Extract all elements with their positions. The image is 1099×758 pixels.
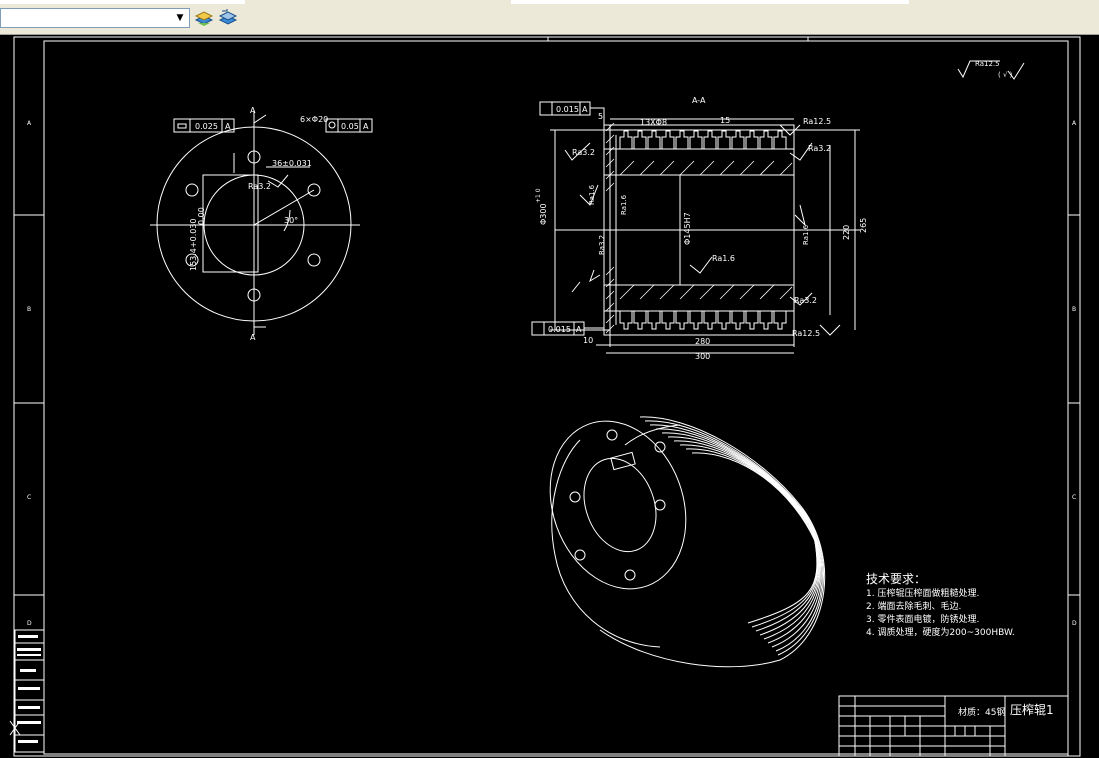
layer-previous-icon <box>218 9 238 25</box>
flatness-value: 0.025 <box>195 122 218 131</box>
drawing-canvas[interactable]: A B C D A B C D Ra12.5 ( √ ) A A 0.025 A… <box>0 35 1099 758</box>
bore-dim-lower: 0.00 <box>197 207 206 225</box>
tech-item: 3. 零件表面电镀，防锈处理. <box>866 613 979 625</box>
border-letter: B <box>1072 306 1076 313</box>
toolbar-edge <box>0 0 245 4</box>
section-mark-top: A <box>250 106 256 115</box>
part-name: 压榨辊1 <box>1010 702 1054 717</box>
flatness-datum: A <box>225 122 231 131</box>
tech-title: 技术要求： <box>866 572 926 586</box>
keyway-dim: 36±0.031 <box>272 159 312 168</box>
border-letter: B <box>27 306 31 313</box>
flatness-icon <box>177 123 187 129</box>
dim-10: 10 <box>583 336 593 345</box>
holes-position-datum: A <box>363 122 369 131</box>
ra-right-top: Ra12.5 <box>803 117 831 126</box>
ra-right-2: Ra3.2 <box>808 144 831 153</box>
layer-states-icon <box>194 11 214 26</box>
border-letter: C <box>1072 494 1076 501</box>
general-roughness-value: Ra12.5 <box>975 60 1000 68</box>
drawing-frame <box>13 36 1081 757</box>
ra-inner: Ra1.6 <box>620 194 628 215</box>
dim-5: 5 <box>598 112 603 121</box>
chevron-down-icon[interactable]: ▼ <box>173 11 187 25</box>
ra-bottom-right: Ra3.2 <box>794 296 817 305</box>
position-icon <box>328 121 336 129</box>
angle-label: 30° <box>284 216 298 225</box>
dim-grooves: 13XΦ8 <box>640 118 667 127</box>
section-view <box>531 101 860 354</box>
side-table-text <box>17 635 41 743</box>
section-mark-bottom: A <box>250 333 256 342</box>
runout-top-value: 0.015 <box>556 105 579 114</box>
runout-bottom-datum: A <box>576 325 582 334</box>
border-letter: A <box>1072 120 1077 127</box>
dim-265: 265 <box>859 218 868 233</box>
runout-top-datum: A <box>582 105 588 114</box>
dia-outer-tol: +1 0 <box>535 188 542 203</box>
dim-280: 280 <box>695 337 710 346</box>
bore-dim: 153.4+0.030 <box>189 218 198 271</box>
general-roughness-paren: ( √ ) <box>998 71 1013 79</box>
tech-item: 2. 端面去除毛刺、毛边. <box>866 600 961 612</box>
runout-bottom-value: 0.015 <box>548 325 571 334</box>
toolbar-edge-right <box>511 0 909 4</box>
tech-item: 4. 调质处理，硬度为200~300HBW. <box>866 626 1015 638</box>
isometric-view <box>549 416 826 668</box>
front-view <box>150 110 373 335</box>
ra-left: Ra3.2 <box>572 148 595 157</box>
tech-item: 1. 压榨辊压榨面做粗糙处理. <box>866 587 979 599</box>
dim-15: 15 <box>720 116 730 125</box>
toolbar: ▼ <box>0 0 1099 35</box>
ra-bottom: Ra12.5 <box>792 329 820 338</box>
dia-bore: Φ145H7 <box>683 212 692 245</box>
layer-states-button[interactable] <box>194 8 214 28</box>
border-letter: D <box>1072 620 1077 627</box>
keyway-ra: Ra3.2 <box>248 182 271 191</box>
ra-inner-bottom: Ra1.6 <box>712 254 735 263</box>
layer-dropdown[interactable]: ▼ <box>0 8 190 28</box>
border-letter: C <box>27 494 31 501</box>
ra-left-vert2: Ra3.2 <box>598 235 606 255</box>
section-title: A-A <box>692 96 706 105</box>
dim-300: 300 <box>695 352 710 361</box>
ra-left-vert: Ra1.6 <box>588 184 596 205</box>
layer-previous-button[interactable] <box>218 8 238 28</box>
holes-label: 6×Φ20 <box>300 115 328 124</box>
border-letters: A B C D A B C D <box>27 120 1077 627</box>
dia-outer: Φ300 <box>539 203 548 225</box>
tech-requirements: 技术要求： 1. 压榨辊压榨面做粗糙处理. 2. 端面去除毛刺、毛边. 3. 零… <box>866 572 1015 638</box>
material-label: 材质：45钢 <box>958 706 1005 718</box>
border-letter: D <box>27 620 32 627</box>
section-hatch <box>605 122 793 334</box>
holes-position-value: 0.05 <box>341 122 359 131</box>
border-letter: A <box>27 120 32 127</box>
ra-inner-right: Ra1.6 <box>802 224 810 245</box>
dim-220: 220 <box>842 225 851 240</box>
